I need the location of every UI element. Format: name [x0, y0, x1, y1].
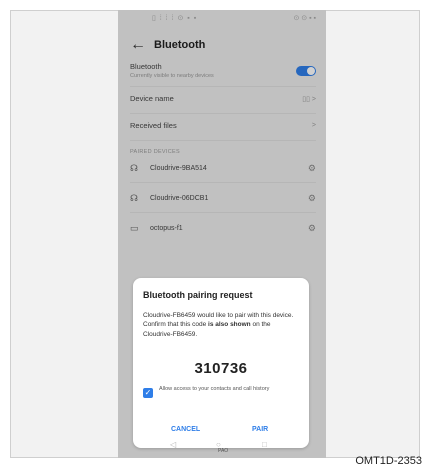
nav-home-icon[interactable]: ○	[216, 440, 221, 449]
contacts-access-label: Allow access to your contacts and call h…	[159, 386, 270, 392]
contacts-access-checkbox[interactable]: ✓	[143, 388, 153, 398]
dialog-title: Bluetooth pairing request	[143, 290, 253, 300]
dialog-message-bold: is also shown	[208, 321, 251, 329]
navigation-bar: ◁ ○ □	[118, 430, 326, 458]
pairing-code: 310736	[194, 360, 248, 377]
pairing-dialog: Bluetooth pairing request Cloudrive-FB64…	[133, 278, 309, 448]
phone-screen: ▯ ⁞ ⁞ ⁞ ⊙ ▪ ▪ ⊙ ⊙ ▪ ▪ ← Bluetooth Blueto…	[118, 10, 326, 458]
nav-recents-icon[interactable]: □	[262, 440, 267, 449]
dialog-message: Cloudrive-FB6459 would like to pair with…	[143, 311, 301, 339]
nav-back-icon[interactable]: ◁	[170, 440, 176, 449]
figure-caption: OMT1D-2353	[355, 455, 422, 467]
